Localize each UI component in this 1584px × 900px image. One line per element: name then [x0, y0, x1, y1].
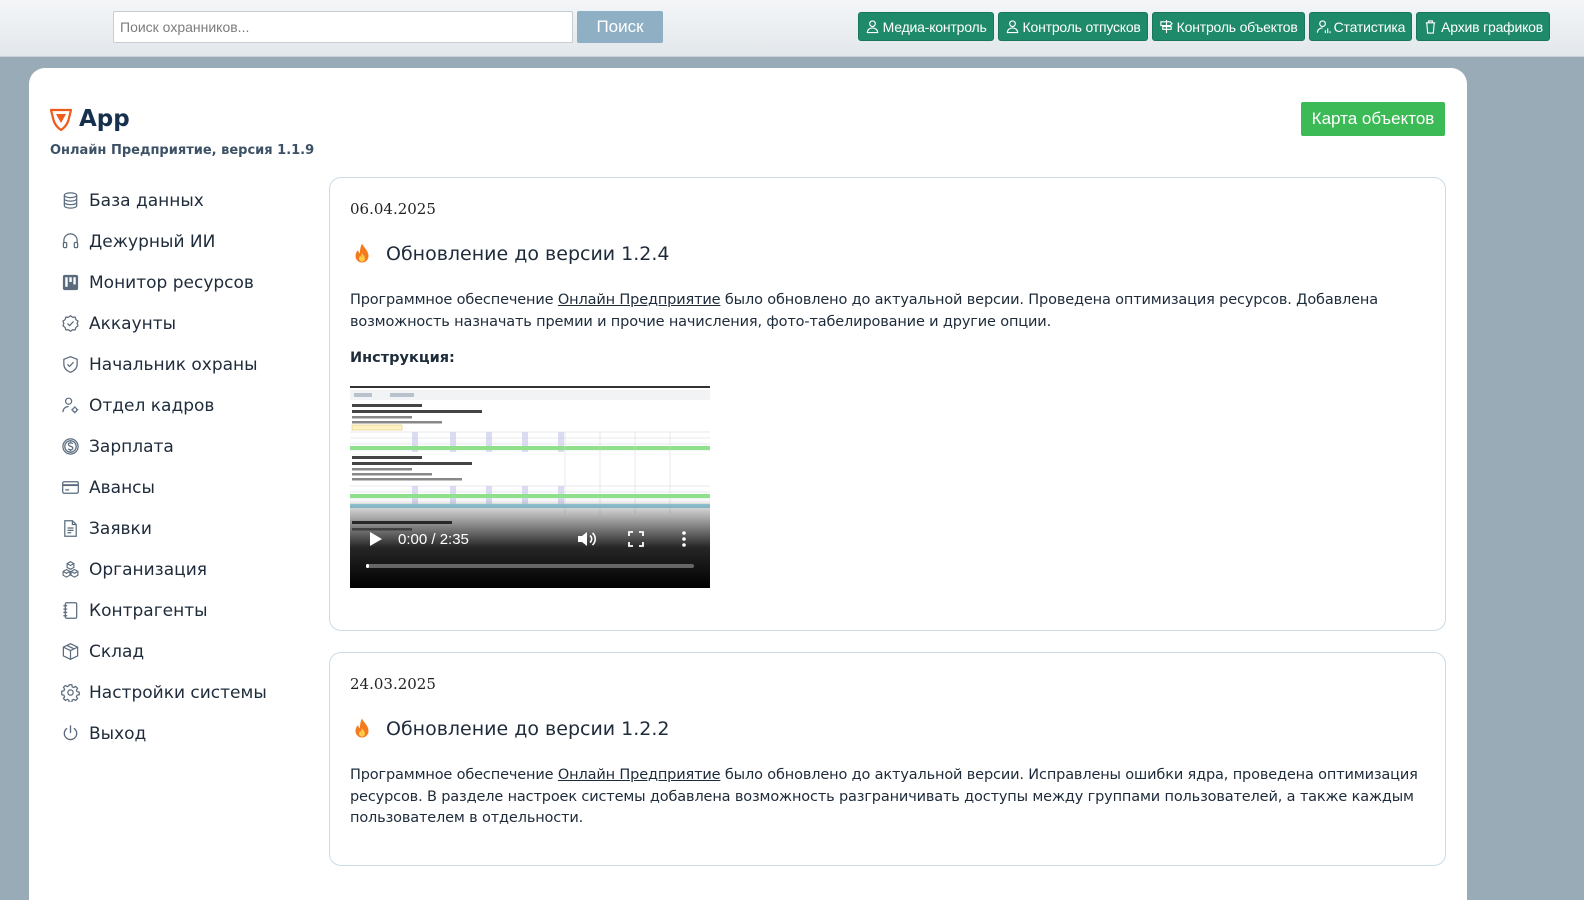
check-badge-icon [59, 313, 81, 335]
online-enterprise-link[interactable]: Онлайн Предприятие [558, 767, 721, 783]
sidebar-item-label: Выход [89, 723, 147, 744]
shield-check-icon [59, 354, 81, 376]
news-text-before: Программное обеспечение [350, 767, 558, 783]
more-options-icon[interactable] [676, 529, 692, 549]
sidebar-item-logout[interactable]: Выход [59, 713, 309, 754]
object-map-button[interactable]: Карта объектов [1301, 102, 1445, 136]
sidebar-item-accounts[interactable]: Аккаунты [59, 303, 309, 344]
top-nav: Медиа-контроль Контроль отпусков Контрол… [857, 12, 1550, 41]
instruction-label: Инструкция: [350, 350, 455, 366]
gear-icon [59, 682, 81, 704]
kanban-icon [59, 272, 81, 294]
user-icon [1006, 20, 1018, 34]
sidebar-item-label: Контрагенты [89, 600, 208, 621]
news-title-text: Обновление до версии 1.2.2 [386, 718, 670, 740]
shield-logo-icon [49, 107, 73, 131]
boxes-icon [59, 559, 81, 581]
user-icon [866, 20, 878, 34]
sidebar-item-label: Заявки [89, 518, 152, 539]
user-gear-icon [59, 395, 81, 417]
signpost-icon [1159, 19, 1173, 34]
media-control-button[interactable]: Медиа-контроль [857, 12, 994, 41]
sidebar-item-requests[interactable]: Заявки [59, 508, 309, 549]
top-nav-label: Архив графиков [1441, 18, 1543, 35]
news-card: 24.03.2025 Обновление до версии 1.2.2 Пр… [329, 652, 1446, 866]
sidebar-item-label: Аккаунты [89, 313, 177, 334]
sidebar-item-label: Начальник охраны [89, 354, 258, 375]
top-nav-label: Медиа-контроль [882, 18, 987, 35]
news-text: Программное обеспечение Онлайн Предприят… [350, 765, 1430, 830]
schedule-archive-button[interactable]: Архив графиков [1416, 12, 1550, 41]
sidebar-item-duty-ai[interactable]: Дежурный ИИ [59, 221, 309, 262]
power-icon [59, 723, 81, 745]
top-bar: Поиск Медиа-контроль Контроль отпусков К… [0, 0, 1584, 57]
video-controls: 0:00 / 2:35 [350, 524, 710, 554]
sidebar-item-resource-monitor[interactable]: Монитор ресурсов [59, 262, 309, 303]
video-progress-bar[interactable] [366, 564, 694, 568]
sidebar-item-warehouse[interactable]: Склад [59, 631, 309, 672]
sidebar-item-security-chief[interactable]: Начальник охраны [59, 344, 309, 385]
journal-icon [59, 600, 81, 622]
news-date: 24.03.2025 [350, 675, 436, 693]
brand[interactable]: App [49, 106, 130, 132]
user-chart-icon [1316, 20, 1331, 34]
database-icon [59, 190, 81, 212]
news-date: 06.04.2025 [350, 200, 436, 218]
play-icon[interactable] [366, 529, 386, 549]
coin-icon [59, 436, 81, 458]
headset-icon [59, 231, 81, 253]
news-title-text: Обновление до версии 1.2.4 [386, 243, 670, 265]
sidebar-item-label: Зарплата [89, 436, 174, 457]
sidebar: База данных Дежурный ИИ Монитор ресурсов… [59, 180, 309, 754]
top-nav-label: Контроль объектов [1176, 18, 1298, 35]
sidebar-item-database[interactable]: База данных [59, 180, 309, 221]
sidebar-item-label: Монитор ресурсов [89, 272, 254, 293]
sidebar-item-counterparties[interactable]: Контрагенты [59, 590, 309, 631]
search-button[interactable]: Поиск [577, 11, 663, 43]
sidebar-item-system-settings[interactable]: Настройки системы [59, 672, 309, 713]
trash-icon [1425, 20, 1436, 34]
news-title: Обновление до версии 1.2.2 [350, 717, 670, 741]
document-icon [59, 518, 81, 540]
top-nav-label: Статистика [1333, 18, 1406, 35]
news-text: Программное обеспечение Онлайн Предприят… [350, 290, 1430, 333]
online-enterprise-link[interactable]: Онлайн Предприятие [558, 292, 721, 308]
sidebar-item-label: Отдел кадров [89, 395, 215, 416]
sidebar-item-label: База данных [89, 190, 204, 211]
news-card: 06.04.2025 Обновление до версии 1.2.4 Пр… [329, 177, 1446, 631]
sidebar-item-advances[interactable]: Авансы [59, 467, 309, 508]
sidebar-item-label: Организация [89, 559, 207, 580]
sidebar-item-organization[interactable]: Организация [59, 549, 309, 590]
instruction-video[interactable]: 0:00 / 2:35 [350, 386, 710, 588]
sidebar-item-hr[interactable]: Отдел кадров [59, 385, 309, 426]
sidebar-item-label: Склад [89, 641, 145, 662]
object-control-button[interactable]: Контроль объектов [1151, 12, 1305, 41]
sidebar-item-salary[interactable]: Зарплата [59, 426, 309, 467]
volume-icon[interactable] [576, 528, 598, 550]
news-title: Обновление до версии 1.2.4 [350, 242, 670, 266]
fire-icon [355, 243, 369, 263]
credit-card-icon [59, 477, 81, 499]
vacation-control-button[interactable]: Контроль отпусков [997, 12, 1148, 41]
news-text-before: Программное обеспечение [350, 292, 558, 308]
statistics-button[interactable]: Статистика [1308, 12, 1413, 41]
top-nav-label: Контроль отпусков [1022, 18, 1141, 35]
fire-icon [355, 718, 369, 738]
sidebar-item-label: Дежурный ИИ [89, 231, 216, 252]
main-card: App Онлайн Предприятие, версия 1.1.9 Кар… [29, 68, 1467, 900]
brand-name: App [79, 106, 130, 132]
search-input[interactable] [113, 11, 573, 43]
box-icon [59, 641, 81, 663]
sidebar-item-label: Настройки системы [89, 682, 267, 703]
video-progress-fill [366, 564, 369, 568]
fullscreen-icon[interactable] [626, 529, 646, 549]
video-time: 0:00 / 2:35 [398, 530, 469, 548]
brand-version: Онлайн Предприятие, версия 1.1.9 [50, 143, 315, 158]
sidebar-item-label: Авансы [89, 477, 155, 498]
